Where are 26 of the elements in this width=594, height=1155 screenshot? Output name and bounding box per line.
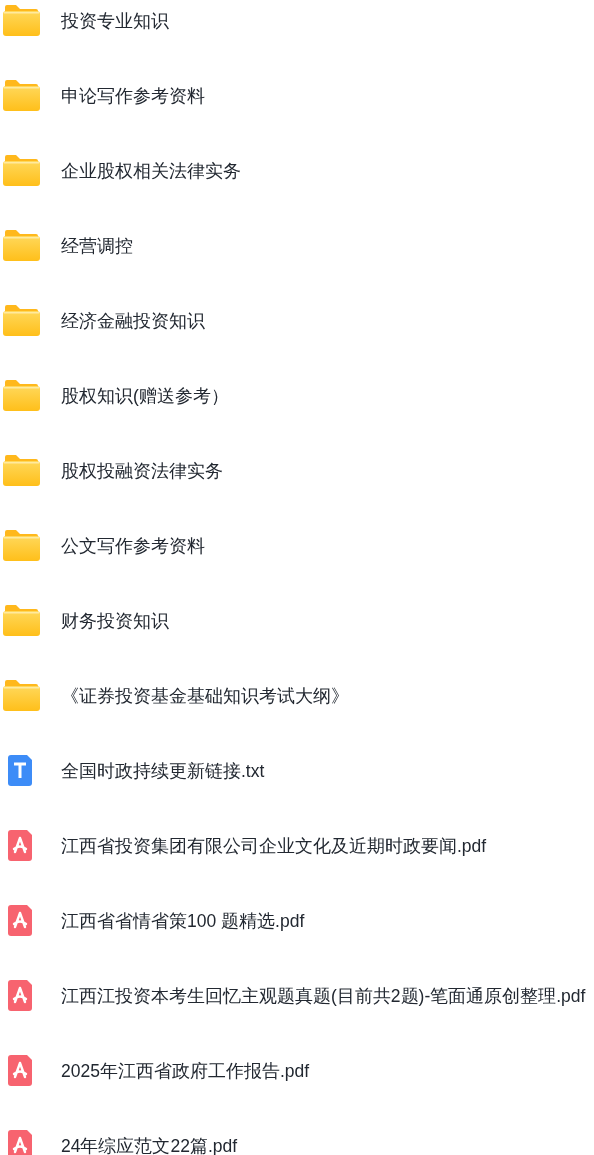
- folder-icon: [3, 530, 40, 561]
- file-name[interactable]: 股权投融资法律实务: [61, 458, 223, 483]
- file-name[interactable]: 投资专业知识: [61, 8, 169, 33]
- file-name[interactable]: 江西省投资集团有限公司企业文化及近期时政要闻.pdf: [61, 833, 487, 858]
- file-name[interactable]: 申论写作参考资料: [61, 83, 205, 108]
- file-name[interactable]: 经营调控: [61, 233, 133, 258]
- file-name[interactable]: 江西江投资本考生回忆主观题真题(目前共2题)-笔面通原创整理.pdf: [61, 983, 586, 1008]
- file-name[interactable]: 24年综应范文22篇.pdf: [61, 1133, 238, 1155]
- folder-icon: [3, 605, 40, 636]
- folder-icon: [3, 455, 40, 486]
- folder-icon: [3, 80, 40, 111]
- file-name[interactable]: 公文写作参考资料: [61, 533, 205, 558]
- folder-icon: [3, 155, 40, 186]
- file-name[interactable]: 企业股权相关法律实务: [61, 158, 241, 183]
- file-name[interactable]: 股权知识(赠送参考）: [61, 383, 229, 408]
- folder-icon: [3, 5, 40, 36]
- file-name[interactable]: 全国时政持续更新链接.txt: [61, 758, 265, 783]
- file-name[interactable]: 江西省省情省策100 题精选.pdf: [61, 908, 305, 933]
- folder-icon: [3, 680, 40, 711]
- file-name[interactable]: 财务投资知识: [61, 608, 169, 633]
- file-name[interactable]: 经济金融投资知识: [61, 308, 205, 333]
- folder-icon: [3, 230, 40, 261]
- file-name[interactable]: 《证券投资基金基础知识考试大纲》: [61, 683, 349, 708]
- file-name[interactable]: 2025年江西省政府工作报告.pdf: [61, 1058, 310, 1083]
- folder-icon: [3, 380, 40, 411]
- folder-icon: [3, 305, 40, 336]
